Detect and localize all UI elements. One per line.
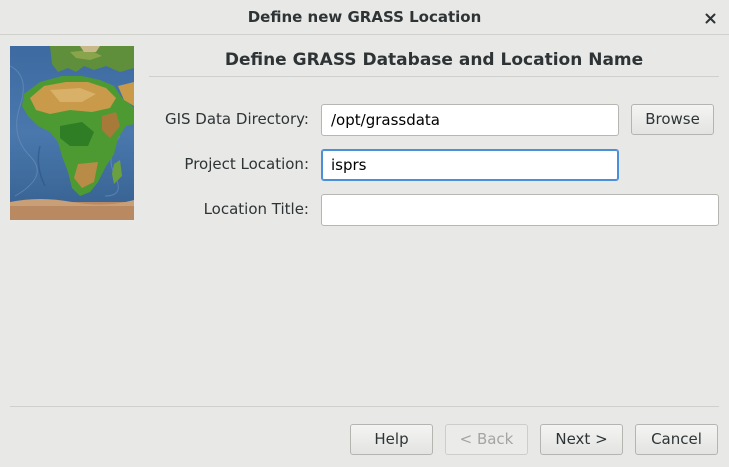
- next-button[interactable]: Next >: [540, 424, 623, 455]
- close-icon: [705, 13, 716, 24]
- page-heading: Define GRASS Database and Location Name: [224, 50, 644, 70]
- gis-data-directory-input[interactable]: [321, 104, 619, 136]
- cancel-button[interactable]: Cancel: [635, 424, 718, 455]
- footer-divider: [10, 406, 719, 407]
- window-title: Define new GRASS Location: [247, 8, 482, 26]
- project-location-input[interactable]: [321, 149, 619, 181]
- browse-button[interactable]: Browse: [631, 104, 714, 135]
- gis-data-directory-label: GIS Data Directory:: [164, 110, 309, 128]
- title-bar: Define new GRASS Location: [0, 0, 729, 35]
- location-title-label: Location Title:: [203, 200, 309, 218]
- project-location-label: Project Location:: [184, 155, 309, 173]
- heading-divider: [149, 76, 719, 77]
- world-map-image: [10, 46, 134, 220]
- location-title-input[interactable]: [321, 194, 719, 226]
- close-button[interactable]: [699, 7, 721, 29]
- help-button[interactable]: Help: [350, 424, 433, 455]
- back-button[interactable]: < Back: [445, 424, 528, 455]
